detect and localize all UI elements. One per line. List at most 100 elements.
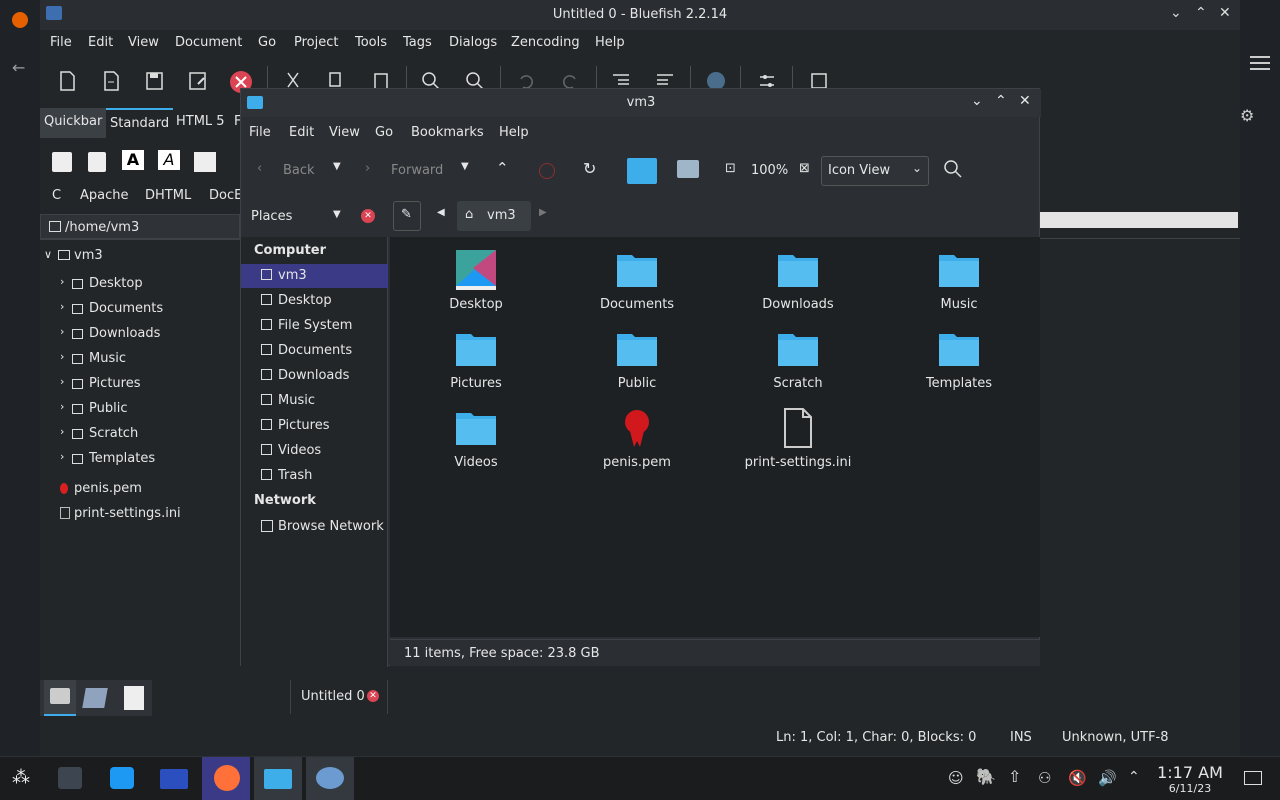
tab-standard[interactable]: Standard — [106, 108, 174, 138]
bold-icon[interactable]: A — [122, 150, 144, 170]
encoding[interactable]: Unknown, UTF-8 — [1062, 730, 1169, 745]
subtab-apache[interactable]: Apache — [80, 188, 129, 203]
stop-icon[interactable] — [539, 163, 555, 179]
menu-go[interactable]: Go — [258, 35, 276, 50]
clock[interactable]: 1:17 AM 6/11/23 — [1150, 763, 1230, 795]
fm-menu-file[interactable]: File — [249, 125, 271, 140]
tree-item[interactable]: › Public — [40, 398, 240, 422]
file-item[interactable]: Music — [899, 249, 1019, 312]
file-item[interactable]: print-settings.ini — [738, 407, 858, 470]
edit-location-button[interactable]: ✎ — [393, 201, 421, 231]
minimize-button[interactable]: ⌄ — [1170, 5, 1182, 21]
place-browse-network[interactable]: Browse Network — [241, 515, 388, 539]
breadcrumb-home[interactable]: ⌂ vm3 — [457, 201, 531, 231]
menu-document[interactable]: Document — [175, 35, 242, 50]
bookmarks-icon[interactable] — [82, 688, 108, 708]
breadcrumb-right-icon[interactable]: ▶ — [539, 207, 547, 218]
app-launcher-icon[interactable]: ⁂ — [0, 757, 48, 800]
mute-icon[interactable]: 🔇 — [1068, 769, 1087, 787]
tree-file[interactable]: print-settings.ini — [74, 506, 181, 521]
gear-icon[interactable]: ⚙ — [1240, 106, 1254, 125]
reload-icon[interactable]: ↻ — [583, 159, 596, 178]
file-item[interactable]: Desktop — [416, 249, 536, 312]
subtab-dhtml[interactable]: DHTML — [145, 188, 191, 203]
chevron-right-icon[interactable]: › — [60, 375, 64, 388]
italic-icon[interactable]: A — [158, 150, 180, 170]
show-desktop-icon[interactable] — [1244, 771, 1262, 785]
chevron-right-icon[interactable]: › — [60, 425, 64, 438]
place-item[interactable]: Videos — [241, 439, 388, 463]
chevron-down-icon[interactable]: ∨ — [44, 248, 52, 261]
document-tab[interactable]: Untitled 0 ✕ — [290, 680, 388, 714]
fm-menu-go[interactable]: Go — [375, 125, 393, 140]
menu-zencoding[interactable]: Zencoding — [511, 35, 580, 50]
fm-menu-bookmarks[interactable]: Bookmarks — [411, 125, 484, 140]
chevron-right-icon[interactable]: › — [60, 400, 64, 413]
menu-tags[interactable]: Tags — [403, 35, 432, 50]
tray-expand-icon[interactable]: ⌃ — [1128, 769, 1140, 785]
place-item[interactable]: Desktop — [241, 289, 388, 313]
view-selector[interactable]: Icon View ⌄ — [821, 156, 929, 186]
maximize-button[interactable]: ⌃ — [1195, 5, 1207, 21]
chevron-right-icon[interactable]: › — [60, 325, 64, 338]
tree-item[interactable]: › Documents — [40, 298, 240, 322]
file-item[interactable]: Public — [577, 328, 697, 391]
menu-view[interactable]: View — [128, 35, 159, 50]
menu-tools[interactable]: Tools — [355, 35, 387, 50]
subtab-doce[interactable]: DocE — [209, 188, 242, 203]
back-arrow-icon[interactable]: ← — [12, 58, 25, 77]
up-arrow-icon[interactable]: ⌃ — [496, 159, 509, 177]
places-dropdown-icon[interactable]: ▼ — [333, 209, 341, 220]
volume-icon[interactable]: 🔊 — [1098, 769, 1117, 787]
paragraph-icon[interactable] — [194, 152, 216, 172]
chevron-right-icon[interactable]: › — [60, 275, 64, 288]
file-item[interactable]: Documents — [577, 249, 697, 312]
files-icon[interactable] — [150, 757, 198, 800]
tab-html5[interactable]: HTML 5 — [172, 108, 229, 138]
tree-root[interactable]: vm3 — [74, 248, 103, 263]
place-item[interactable]: vm3 — [241, 264, 388, 288]
back-arrow-icon[interactable]: ‹ — [257, 161, 262, 176]
save-as-icon[interactable] — [186, 70, 208, 92]
body-icon[interactable] — [88, 152, 106, 172]
file-item[interactable]: Downloads — [738, 249, 858, 312]
file-item[interactable]: penis.pem — [577, 407, 697, 470]
place-item[interactable]: Trash — [241, 464, 388, 488]
place-item[interactable]: Music — [241, 389, 388, 413]
bluefish-taskbar-icon[interactable] — [306, 757, 354, 800]
tree-item[interactable]: › Templates — [40, 448, 240, 472]
tree-item[interactable]: › Downloads — [40, 323, 240, 347]
tab-quickbar[interactable]: Quickbar — [40, 108, 107, 138]
tree-item[interactable]: › Pictures — [40, 373, 240, 397]
menu-edit[interactable]: Edit — [88, 35, 113, 50]
back-button[interactable]: Back — [283, 163, 315, 178]
firefox-taskbar-icon[interactable] — [202, 757, 250, 800]
new-file-icon[interactable] — [56, 70, 78, 92]
user-icon[interactable]: ☺ — [948, 769, 964, 787]
close-button[interactable]: ✕ — [1019, 93, 1031, 109]
chevron-right-icon[interactable]: › — [60, 350, 64, 363]
place-item[interactable]: Documents — [241, 339, 388, 363]
forward-history-icon[interactable]: ▼ — [461, 161, 469, 172]
fm-menu-edit[interactable]: Edit — [289, 125, 314, 140]
forward-arrow-icon[interactable]: › — [365, 161, 370, 176]
tree-item[interactable]: › Desktop — [40, 273, 240, 297]
file-item[interactable]: Templates — [899, 328, 1019, 391]
close-panel-icon[interactable]: ✕ — [361, 209, 375, 223]
chevron-right-icon[interactable]: › — [60, 450, 64, 463]
fm-menu-view[interactable]: View — [329, 125, 360, 140]
minimize-button[interactable]: ⌄ — [971, 93, 983, 109]
forward-button[interactable]: Forward — [391, 163, 443, 178]
snippets-icon[interactable] — [124, 686, 144, 710]
breadcrumb-left-icon[interactable]: ◀ — [437, 207, 445, 218]
discover-icon[interactable] — [98, 757, 146, 800]
place-item[interactable]: Downloads — [241, 364, 388, 388]
zoom-out-icon[interactable]: ⊡ — [725, 161, 736, 176]
tree-file[interactable]: penis.pem — [74, 481, 142, 496]
menu-dialogs[interactable]: Dialogs — [449, 35, 497, 50]
kde-connect-icon[interactable]: ⚇ — [1038, 769, 1051, 787]
hamburger-menu-icon[interactable] — [1250, 56, 1270, 70]
folder-taskbar-icon[interactable] — [254, 757, 302, 800]
file-item[interactable]: Scratch — [738, 328, 858, 391]
quickstart-icon[interactable] — [52, 152, 72, 172]
